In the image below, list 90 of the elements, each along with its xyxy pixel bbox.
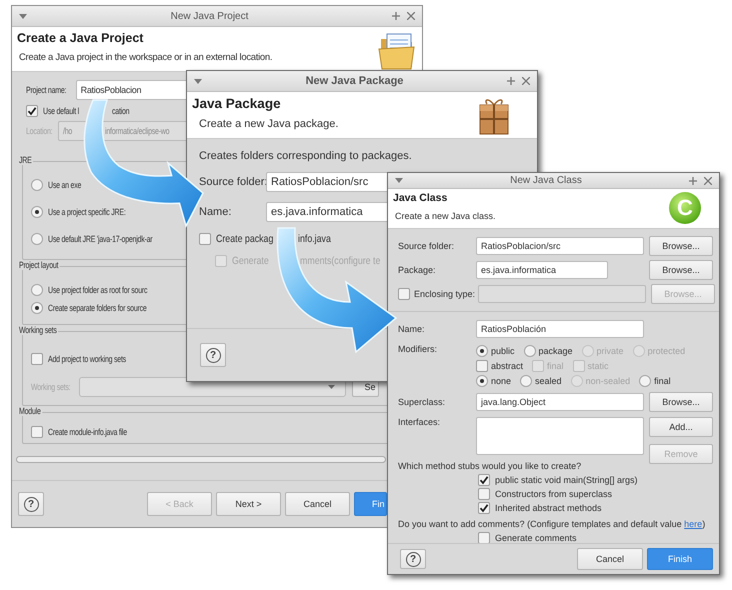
- field-label: Name:: [398, 324, 426, 334]
- checkbox[interactable]: [478, 474, 490, 486]
- radio-label: Create separate folders for source: [48, 302, 147, 312]
- radio-button[interactable]: [31, 284, 43, 296]
- class-icon: C: [669, 192, 701, 224]
- text-field[interactable]: RatiosPoblación: [476, 320, 644, 338]
- header-description: Create a new Java package.: [198, 118, 338, 130]
- maximize-icon: [689, 176, 697, 184]
- window-title: New Java Package: [304, 75, 404, 87]
- push-button[interactable]: Next >: [216, 492, 281, 516]
- checkbox[interactable]: [31, 426, 43, 438]
- text-field[interactable]: java.lang.Object: [476, 393, 644, 411]
- radio-label: Use an exe: [48, 180, 82, 190]
- checkbox-label: Generate comments: [495, 532, 577, 542]
- checkbox[interactable]: [199, 233, 211, 245]
- field-label: Modifiers:: [398, 344, 438, 354]
- list-box[interactable]: [476, 417, 644, 455]
- radio-button[interactable]: [31, 178, 43, 190]
- checkbox-label: Constructors from superclass: [495, 488, 612, 498]
- checkbox[interactable]: [478, 532, 490, 544]
- option-label: sealed: [535, 376, 562, 386]
- field-label: Source folder:: [398, 241, 456, 251]
- group-title: JRE: [19, 155, 34, 165]
- radio-label: Use a project specific JRE:: [48, 206, 126, 216]
- maximize-icon: [507, 77, 515, 85]
- close-icon: [704, 176, 712, 184]
- group-title: Working sets: [19, 325, 58, 335]
- header-title: Create a Java Project: [17, 31, 144, 45]
- close-icon: [522, 77, 530, 85]
- option-label: abstract: [491, 361, 524, 371]
- push-button[interactable]: Browse...: [649, 236, 713, 256]
- help-button[interactable]: ?: [200, 343, 226, 367]
- radio-button[interactable]: [476, 375, 488, 387]
- field-label: Name:: [199, 206, 232, 218]
- radio-button[interactable]: [31, 302, 43, 314]
- radio-button[interactable]: [639, 375, 652, 387]
- radio-label: Use project folder as root for sourc: [48, 284, 148, 294]
- option-label: package: [538, 346, 573, 356]
- push-button[interactable]: Add...: [649, 417, 713, 437]
- group-title: Project layout: [19, 260, 60, 270]
- field-label: Project name:: [26, 85, 66, 95]
- checkbox-label: public static void main(String[] args): [495, 474, 638, 484]
- text-field[interactable]: RatiosPoblacion/src: [476, 237, 644, 255]
- help-button[interactable]: ?: [18, 492, 44, 516]
- header-title: Java Class: [393, 192, 448, 204]
- header-description: Create a Java project in the workspace or in an external location.: [18, 52, 272, 63]
- checkbox[interactable]: [478, 502, 490, 514]
- info-text: Do you want to add comments? (Configure templates and default value here): [398, 519, 706, 529]
- window-title: New Java Project: [170, 10, 250, 22]
- menu-icon: [194, 78, 202, 84]
- checkbox-label: Inherited abstract methods: [495, 502, 602, 512]
- radio-button[interactable]: [524, 345, 536, 357]
- info-text: Which method stubs would you like to create?: [398, 461, 582, 471]
- checkbox[interactable]: [476, 360, 488, 372]
- radio-button[interactable]: [31, 232, 43, 244]
- menu-icon: [19, 14, 27, 18]
- option-label: final: [654, 376, 671, 386]
- push-button[interactable]: Browse...: [649, 260, 713, 280]
- checkbox-label: Create packag: [216, 233, 274, 245]
- gift-box-icon: [477, 96, 511, 136]
- maximize-icon: [392, 12, 400, 20]
- menu-icon: [395, 178, 403, 183]
- push-button[interactable]: Cancel: [285, 492, 350, 516]
- radio-button[interactable]: [31, 206, 43, 218]
- checkbox-label: Create module-info.java file: [48, 426, 127, 436]
- caret-icon: [328, 385, 336, 389]
- group-title: Module: [19, 406, 42, 416]
- checkbox[interactable]: [26, 104, 38, 116]
- push-button[interactable]: Browse...: [649, 392, 713, 412]
- close-icon: [407, 12, 415, 20]
- field-label: Superclass:: [398, 397, 446, 407]
- field-label: Enclosing type:: [414, 289, 474, 299]
- window-title: New Java Class: [509, 175, 583, 186]
- checkbox[interactable]: [31, 352, 43, 364]
- info-text: Creates folders corresponding to packages.: [199, 150, 413, 162]
- checkbox-label: Add project to working sets: [48, 354, 126, 364]
- checkbox-label: info.java: [298, 233, 332, 245]
- text-field[interactable]: es.java.informatica: [476, 261, 608, 279]
- radio-label: Use default JRE 'java-17-openjdk-ar: [48, 234, 152, 244]
- field-label: Package:: [398, 265, 437, 275]
- push-button[interactable]: Cancel: [577, 548, 643, 570]
- radio-button[interactable]: [520, 375, 532, 387]
- help-button[interactable]: ?: [400, 549, 426, 569]
- checkbox-label: cation: [112, 106, 130, 116]
- field-label: Interfaces:: [398, 417, 442, 427]
- checkbox-label: Use default l: [43, 106, 79, 116]
- option-label: public: [491, 346, 515, 356]
- option-label: none: [491, 376, 512, 386]
- checkbox[interactable]: [478, 488, 490, 500]
- radio-button[interactable]: [476, 345, 488, 357]
